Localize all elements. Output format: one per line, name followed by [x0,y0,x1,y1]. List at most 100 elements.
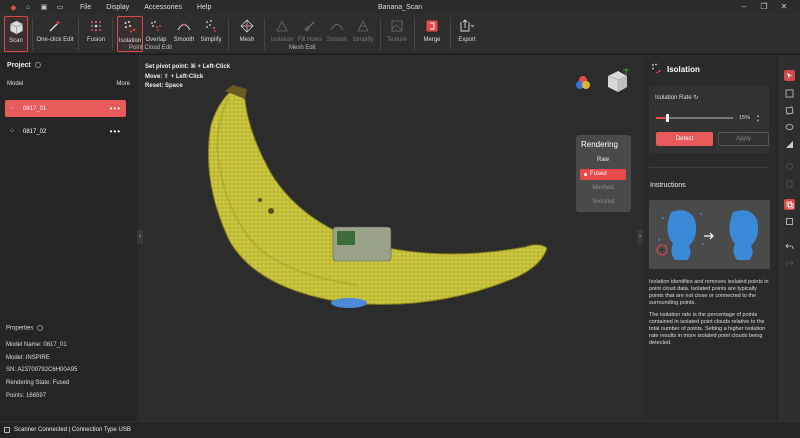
model-column-label: Model [7,81,24,87]
smooth-button[interactable]: Smooth [172,16,196,52]
overlap-label: Overlap [145,37,167,43]
fill-holes-label: Fill Holes [297,37,323,43]
home-icon[interactable]: ⌂ [22,2,34,12]
collapse-left-panel-button[interactable]: ‹ [137,230,143,244]
copy-icon[interactable] [784,199,795,210]
model-item-0817-01[interactable]: ⁘ 0817_01 ••• [5,100,126,117]
scan-label: Scan [9,38,23,44]
mesh-label: Mesh [239,37,255,43]
model-options-icon[interactable]: ••• [110,127,121,136]
instructions-title: Instructions [650,182,686,189]
close-button[interactable]: ✕ [774,2,794,11]
model-name: 0817_01 [23,105,47,112]
new-project-icon[interactable]: ▣ [38,2,50,12]
menu-accessories[interactable]: Accessories [144,4,182,11]
simplify-label: Simplify [200,37,222,43]
undo-icon[interactable] [784,241,795,252]
property-row: Rendering State: Fused [6,380,69,386]
property-row: Points: 166597 [6,393,46,399]
model-item-0817-02[interactable]: ⁘ 0817_02 ••• [5,123,126,140]
menu-file[interactable]: File [80,4,91,11]
property-value: 0817_01 [43,342,67,348]
detect-button[interactable]: Detect [656,132,713,146]
export-button[interactable]: Export [454,16,480,52]
property-label: Model: [6,355,25,361]
menu-help[interactable]: Help [197,4,211,11]
minimize-button[interactable]: – [734,2,754,11]
scan-cube-icon [8,19,24,35]
export-label: Export [458,37,476,43]
selection-tool-strip [777,55,800,421]
one-click-edit-button[interactable]: One-click Edit [36,16,74,52]
property-row: SN: A23700792C6H00A95 [6,367,77,373]
lasso-select-icon[interactable] [784,122,795,133]
mesh-isolation-label: Isolation [270,37,294,43]
paste-icon[interactable] [784,216,795,227]
isolation-icon [651,63,662,76]
connection-status: Scanner Connected | Connection Type USB [14,427,131,433]
isolation-rate-slider-thumb[interactable] [666,114,670,122]
property-value: Fused [52,380,70,386]
polygon-select-icon[interactable] [784,105,795,116]
one-click-edit-label: One-click Edit [36,37,74,43]
menu-display[interactable]: Display [106,4,129,11]
texture-button[interactable]: Texture [385,16,409,52]
mesh-isolation-icon [274,18,290,34]
overlap-icon [148,18,164,34]
simplify-button[interactable]: Simplify [199,16,223,52]
model-name: 0817_02 [23,128,47,135]
merge-button[interactable]: Merge [420,16,444,52]
info-icon[interactable] [34,62,41,69]
merge-icon [424,18,440,34]
open-folder-icon[interactable]: ▭ [54,2,66,12]
refresh-icon[interactable]: ↻ [693,95,698,101]
isolation-panel: Isolation Isolation Rate ↻ 15% ▲ ▼ Detect… [643,55,777,421]
isolation-rate-stepper[interactable]: ▲ ▼ [755,113,761,123]
maximize-button[interactable]: ❐ [754,2,774,11]
toolbar-divider [78,18,79,50]
redo-icon [784,258,795,269]
point-cloud-edit-group-label: Point Cloud Edit [129,45,173,51]
invert-selection-icon[interactable] [784,139,795,150]
mesh-smooth-button[interactable]: Smooth [325,16,349,52]
scanner-icon [4,427,10,433]
mesh-simplify-icon [355,18,371,34]
property-row: Model: INSPIRE [6,355,50,361]
isolation-rate-value[interactable]: 15% [739,115,750,121]
main-toolbar: Scan One-click Edit Fusion Isolation Ove… [0,14,800,54]
rectangle-select-icon[interactable] [784,88,795,99]
properties-heading: Properties [6,325,44,332]
mesh-button[interactable]: Mesh [236,16,258,52]
3d-viewport[interactable]: Set pivot point: ⌘ + Left-Click Move: ⇧ … [137,55,643,421]
texture-icon [389,18,405,34]
banana-model[interactable] [137,55,643,421]
texture-label: Texture [387,37,407,43]
isolation-title: Isolation [667,65,700,74]
toolbar-divider [32,18,33,50]
rendering-option-meshed: Meshed [592,185,614,191]
rendering-option-raw[interactable]: Raw [580,155,626,166]
mesh-simplify-button[interactable]: Simplify [351,16,375,52]
project-panel: Project Model More ⁘ 0817_01 ••• ⁘ 0817_… [0,55,137,421]
model-options-icon[interactable]: ••• [110,104,121,113]
merge-label: Merge [423,37,441,43]
apply-button[interactable]: Apply [718,132,769,146]
rendering-option-textured: Textured [591,199,615,205]
scan-button[interactable]: Scan [4,16,28,52]
select-tool-icon[interactable] [784,70,795,81]
isolation-label: Isolation [118,38,142,44]
info-icon[interactable] [37,325,44,331]
delete-icon [784,178,795,189]
window-controls: – ❐ ✕ [734,2,794,11]
smooth-label: Smooth [173,37,195,43]
rendering-option-fused[interactable]: Fused [580,169,626,180]
mesh-smooth-label: Smooth [326,37,348,43]
fusion-button[interactable]: Fusion [84,16,108,52]
isolation-rate-label: Isolation Rate ↻ [655,94,698,101]
more-button[interactable]: More [116,81,130,87]
mesh-icon [239,18,255,34]
property-value: INSPIRE [25,355,50,361]
point-cloud-icon: ⁘ [9,127,15,135]
point-cloud-icon: ⁘ [9,104,15,112]
rendering-panel: Rendering Raw Fused Meshed Textured [576,135,631,212]
